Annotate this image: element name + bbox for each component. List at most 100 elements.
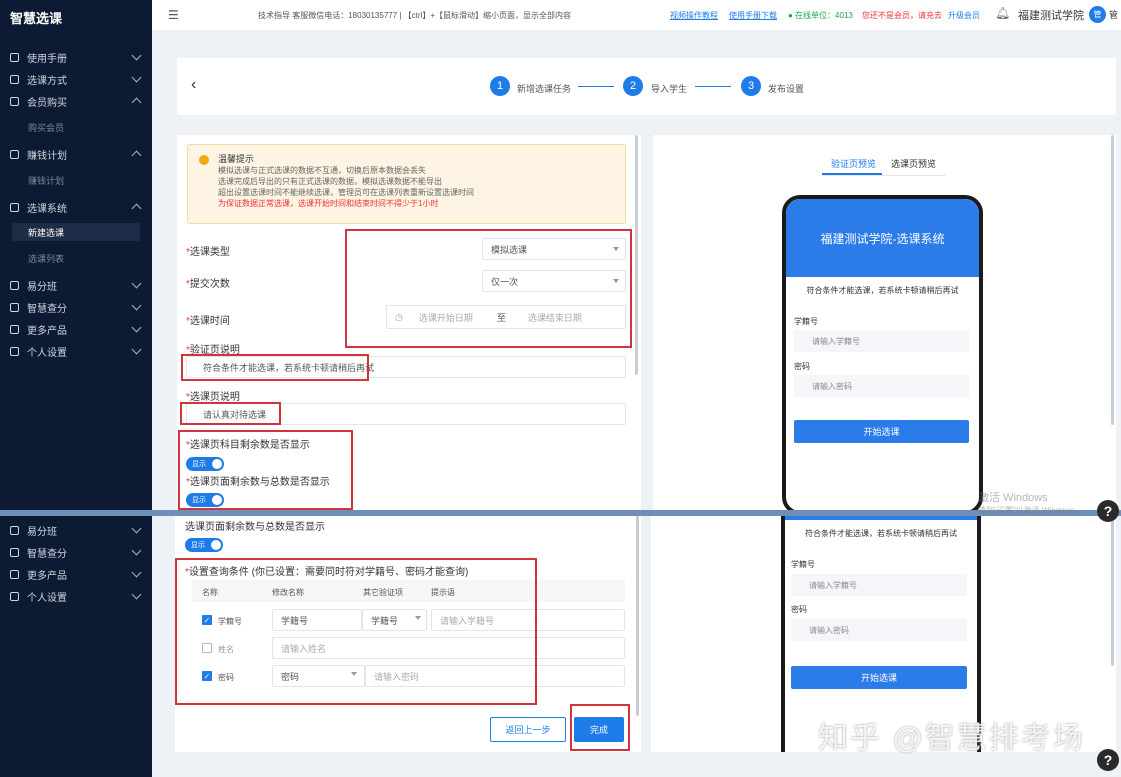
class-icon xyxy=(10,280,19,290)
system-icon xyxy=(10,202,19,212)
video-tutorial-link[interactable]: 视频操作教程 xyxy=(670,10,718,21)
phone-field2-input[interactable]: 请输入密码 xyxy=(791,619,967,641)
preview-panel: 验证页预览 选课页预览 福建测试学院-选课系统 符合条件才能选课，若系统卡顿请稍… xyxy=(653,135,1116,515)
sidebar-item-class-split-lower[interactable]: 易分班 xyxy=(0,520,152,540)
phone-header: 福建测试学院-选课系统 xyxy=(786,199,979,277)
windows-activation-notice: 激活 Windows xyxy=(978,492,1048,504)
brand-logo: 智慧选课 xyxy=(10,11,63,26)
preview-scrollbar[interactable] xyxy=(1111,135,1114,425)
sidebar-subitem-buy-membership[interactable]: 购买会员 xyxy=(12,118,140,136)
menu-fold-icon[interactable]: ☰ xyxy=(168,8,179,22)
chevron-up-icon xyxy=(131,203,142,214)
help-button[interactable]: ? xyxy=(1097,500,1119,522)
form-scrollbar[interactable] xyxy=(635,135,638,375)
select-desc-label: *选课页说明 xyxy=(186,392,240,403)
upgrade-link[interactable]: 升级会员 xyxy=(948,10,980,21)
lower-preview-scrollbar[interactable] xyxy=(1111,516,1114,666)
highlight-box xyxy=(570,704,630,751)
user-icon xyxy=(10,591,19,601)
chevron-down-icon xyxy=(131,589,142,600)
tab-select-preview[interactable]: 选课页预览 xyxy=(891,157,936,170)
support-text: 技术指导 客服微信电话：18030135777 | 【ctrl】+【鼠标滑动】缩… xyxy=(258,11,572,20)
book-icon xyxy=(10,52,19,62)
sidebar-item-membership[interactable]: 会员购买 xyxy=(0,91,152,111)
school-name[interactable]: 福建测试学院 xyxy=(1018,7,1084,23)
highlight-box xyxy=(178,430,353,510)
highlight-box xyxy=(180,402,281,425)
step-1-label: 新增选课任务 xyxy=(517,84,572,94)
phone-mockup: 福建测试学院-选课系统 符合条件才能选课，若系统卡顿请稍后再试 学籍号 请输入学… xyxy=(782,195,983,515)
toggle-knob xyxy=(211,540,221,550)
sidebar-item-settings-lower[interactable]: 个人设置 xyxy=(0,586,152,606)
highlight-box xyxy=(345,229,632,348)
notice-line: 模拟选课与正式选课的数据不互通，切换后原本数据会丢失 xyxy=(218,166,426,175)
sidebar-item-settings[interactable]: 个人设置 xyxy=(0,341,152,361)
warning-icon xyxy=(199,155,209,165)
help-button[interactable]: ? xyxy=(1097,749,1119,771)
tab-verify-preview[interactable]: 验证页预览 xyxy=(831,157,876,170)
sidebar-item-mode[interactable]: 选课方式 xyxy=(0,69,152,89)
steps-panel: ‹ 1 新增选课任务 2 导入学生 3 发布设置 xyxy=(177,58,1116,115)
phone-start-button[interactable]: 开始选课 xyxy=(791,666,967,689)
phone-field2-label: 密码 xyxy=(791,605,807,614)
notice-box: 温馨提示 模拟选课与正式选课的数据不互通，切换后原本数据会丢失 选课完成后导出的… xyxy=(187,144,626,224)
sidebar-item-score-query[interactable]: 智慧查分 xyxy=(0,297,152,317)
user-name[interactable]: 管 xyxy=(1109,8,1118,21)
chevron-down-icon xyxy=(131,567,142,578)
sidebar-item-more-products-lower[interactable]: 更多产品 xyxy=(0,564,152,584)
products-icon xyxy=(10,324,19,334)
sidebar-subitem-new-course[interactable]: 新建选课 xyxy=(12,223,140,241)
phone-field1-input[interactable]: 请输入学籍号 xyxy=(791,574,967,596)
score-icon xyxy=(10,547,19,557)
chevron-down-icon xyxy=(131,545,142,556)
phone-field2-input[interactable]: 请输入密码 xyxy=(794,375,969,397)
products-icon xyxy=(10,569,19,579)
user-icon xyxy=(10,346,19,356)
back-button[interactable]: 返回上一步 xyxy=(490,717,566,742)
phone-field2-label: 密码 xyxy=(794,362,810,371)
step-2-circle: 2 xyxy=(623,76,643,96)
highlight-box xyxy=(175,558,537,705)
grid-icon xyxy=(10,74,19,84)
lower-form-scrollbar[interactable] xyxy=(636,516,639,716)
chevron-up-icon xyxy=(131,97,142,108)
phone-field1-input[interactable]: 请输入学籍号 xyxy=(794,330,969,352)
sidebar-item-score-query-lower[interactable]: 智慧查分 xyxy=(0,542,152,562)
sidebar-item-earn-plan[interactable]: 赚钱计划 xyxy=(0,144,152,164)
vip-notice: 您还不是会员，请充去 xyxy=(862,11,942,20)
online-units: ● 在线单位：4013 xyxy=(788,11,853,20)
sidebar-item-manual[interactable]: 使用手册 xyxy=(0,47,152,67)
step-2-label: 导入学生 xyxy=(651,84,688,94)
phone-notice: 符合条件才能选课，若系统卡顿请稍后再试 xyxy=(805,529,957,538)
back-arrow-icon[interactable]: ‹ xyxy=(191,76,196,94)
notice-line: 超出设置选课时间不能继续选课，管理员可在选课列表重新设置选课时间 xyxy=(218,188,474,197)
sidebar: 智慧选课 使用手册 选课方式 会员购买 购买会员 赚钱计划 赚钱计划 选课系统 … xyxy=(0,0,152,777)
sidebar-item-course-system[interactable]: 选课系统 xyxy=(0,197,152,217)
phone-notice: 符合条件才能选课，若系统卡顿请稍后再试 xyxy=(806,286,959,295)
highlight-box xyxy=(181,354,369,381)
course-time-label: *选课时间 xyxy=(186,316,230,327)
notice-warning: 为保证数据正常选课，选课开始时间和结束时间不得少于1小时 xyxy=(218,199,439,208)
chevron-down-icon xyxy=(131,322,142,333)
step-3-circle: 3 xyxy=(741,76,761,96)
notice-title: 温馨提示 xyxy=(218,154,255,164)
notice-line: 选课完成后导出的只有正式选课的数据，模拟选课数据不能导出 xyxy=(218,177,442,186)
course-type-label: *选课类型 xyxy=(186,247,230,258)
chevron-down-icon xyxy=(131,50,142,61)
sidebar-subitem-course-list[interactable]: 选课列表 xyxy=(12,249,140,267)
sidebar-subitem-earn-plan[interactable]: 赚钱计划 xyxy=(12,171,140,189)
sidebar-item-class-split[interactable]: 易分班 xyxy=(0,275,152,295)
submit-count-label: *提交次数 xyxy=(186,279,230,290)
phone-start-button[interactable]: 开始选课 xyxy=(794,420,969,443)
manual-download-link[interactable]: 使用手册下载 xyxy=(729,10,777,21)
lower-form-panel: 选课页面剩余数与总数是否显示 显示 *设置查询条件 (你已设置：需要同时符对学籍… xyxy=(175,516,641,752)
avatar[interactable]: 管 xyxy=(1089,6,1106,23)
sidebar-item-more-products[interactable]: 更多产品 xyxy=(0,319,152,339)
bell-icon[interactable]: 🔔︎ xyxy=(995,6,1010,20)
chevron-down-icon xyxy=(131,278,142,289)
step-3-label: 发布设置 xyxy=(768,84,805,94)
total-display-toggle-lower[interactable]: 显示 xyxy=(185,538,223,552)
cart-icon xyxy=(10,96,19,106)
phone-header-strip xyxy=(785,516,977,520)
zhihu-watermark: 知乎 @智慧排考场 xyxy=(818,722,1085,755)
